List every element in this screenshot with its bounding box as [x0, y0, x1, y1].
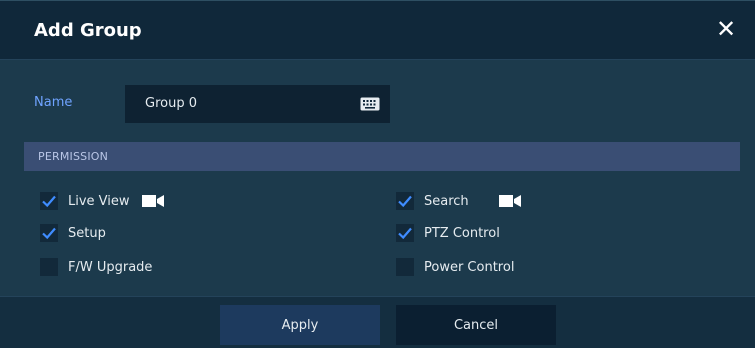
power-control-label: Power Control: [424, 259, 515, 275]
perm-setup[interactable]: Setup: [40, 221, 106, 245]
dialog-titlebar: Add Group ✕: [0, 1, 755, 60]
ptz-control-checkbox[interactable]: [396, 224, 414, 242]
fw-upgrade-checkbox[interactable]: [40, 258, 58, 276]
close-icon: ✕: [715, 15, 737, 43]
close-button[interactable]: ✕: [713, 15, 739, 43]
perm-live-view[interactable]: Live View: [40, 189, 164, 213]
permission-section-header: PERMISSION: [24, 142, 740, 171]
setup-label: Setup: [68, 225, 106, 241]
live-view-label: Live View: [68, 193, 130, 209]
search-checkbox[interactable]: [396, 192, 414, 210]
name-input[interactable]: [145, 85, 345, 123]
name-field[interactable]: [125, 85, 390, 123]
ptz-control-label: PTZ Control: [424, 225, 500, 241]
search-label: Search: [424, 193, 469, 209]
dialog-title: Add Group: [34, 20, 142, 41]
perm-search[interactable]: Search: [396, 189, 521, 213]
camera-icon: [498, 195, 521, 207]
name-label: Name: [34, 95, 73, 110]
fw-upgrade-label: F/W Upgrade: [68, 259, 153, 275]
permission-header-label: PERMISSION: [38, 150, 109, 163]
camera-icon: [141, 195, 164, 207]
add-group-dialog: Add Group ✕ Name PERMISSION: [0, 0, 755, 348]
live-view-checkbox[interactable]: [40, 192, 58, 210]
cancel-button[interactable]: Cancel: [396, 305, 556, 345]
power-control-checkbox[interactable]: [396, 258, 414, 276]
keyboard-icon[interactable]: [360, 96, 380, 112]
perm-ptz-control[interactable]: PTZ Control: [396, 221, 500, 245]
perm-power-control[interactable]: Power Control: [396, 255, 514, 279]
setup-checkbox[interactable]: [40, 224, 58, 242]
apply-button[interactable]: Apply: [220, 305, 380, 345]
perm-fw-upgrade[interactable]: F/W Upgrade: [40, 255, 152, 279]
